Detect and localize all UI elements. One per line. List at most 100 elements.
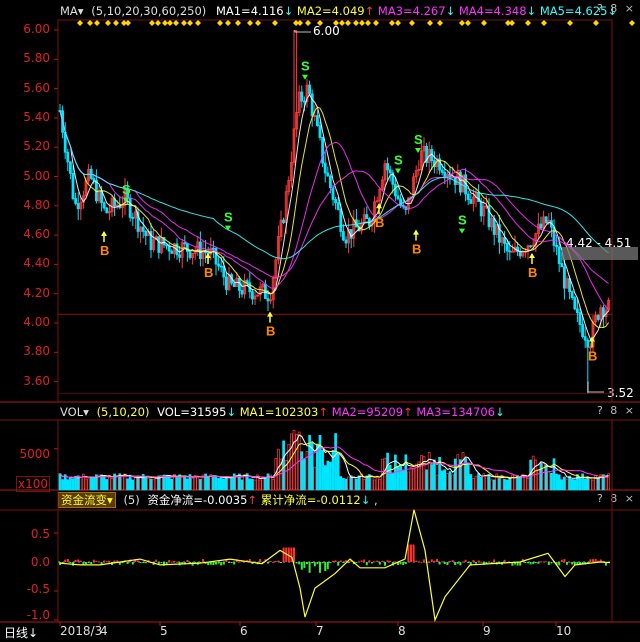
candle-body xyxy=(563,266,566,289)
candle-body xyxy=(388,169,392,174)
flow-bar xyxy=(365,562,368,566)
volume-bar xyxy=(342,478,345,491)
candle-body xyxy=(341,231,345,241)
flow-bar xyxy=(280,562,282,563)
flow-bar xyxy=(568,561,571,563)
volume-bar xyxy=(534,459,538,491)
signal-diamond xyxy=(225,20,231,26)
signal-diamond xyxy=(217,20,223,26)
signal-diamond xyxy=(195,20,201,26)
volume-bar xyxy=(401,469,405,491)
sell-arrow-icon xyxy=(395,168,401,174)
flow-bar xyxy=(443,562,446,565)
flow-bar xyxy=(378,562,381,565)
signal-diamond xyxy=(339,20,345,26)
signal-diamond xyxy=(255,20,261,26)
flow-bar xyxy=(371,562,373,564)
candle-body xyxy=(245,280,249,284)
volume-bar xyxy=(183,476,187,491)
flow-bar xyxy=(563,559,566,562)
signal-diamond xyxy=(389,20,395,26)
flow-bar xyxy=(475,562,477,564)
volume-bar xyxy=(69,476,72,491)
candle-body xyxy=(560,263,564,268)
flow-bar xyxy=(534,562,537,563)
flow-bar xyxy=(230,562,233,563)
volume-bar xyxy=(266,473,270,491)
flow-bar xyxy=(98,561,100,563)
flow-bar xyxy=(267,562,269,564)
flow-bar xyxy=(571,562,574,565)
volume-bar xyxy=(165,474,168,491)
signal-diamond xyxy=(181,20,187,26)
candle-body xyxy=(71,172,75,199)
volume-bar xyxy=(131,479,135,491)
volume-bar xyxy=(472,478,475,491)
kline-chart[interactable]: BBBBBBBSSSSSS xyxy=(0,0,640,642)
volume-bar xyxy=(139,477,142,491)
signal-diamond xyxy=(87,20,93,26)
volume-bar xyxy=(448,471,452,491)
candle-body xyxy=(89,168,93,179)
volume-bar xyxy=(557,474,561,491)
flow-bar xyxy=(126,562,129,564)
candle-body xyxy=(393,183,397,197)
volume-bar xyxy=(443,469,447,491)
volume-bar xyxy=(136,475,140,491)
volume-bar xyxy=(490,479,493,491)
ma10-line xyxy=(59,106,610,329)
signal-diamond xyxy=(353,20,359,26)
signal-diamond xyxy=(365,20,371,26)
volume-bar xyxy=(235,474,239,491)
volume-bar xyxy=(539,462,543,491)
flow-bar xyxy=(334,560,337,562)
volume-bar xyxy=(144,475,148,491)
volume-bar xyxy=(518,477,522,491)
flow-bar xyxy=(472,560,475,562)
flow-bar xyxy=(488,561,490,563)
candle-body xyxy=(576,308,579,313)
flow-bar xyxy=(342,562,345,563)
buy-arrow-icon xyxy=(101,231,107,237)
volume-bar xyxy=(466,462,470,491)
signal-diamond xyxy=(567,20,573,26)
candle-body xyxy=(529,245,532,248)
volume-bar xyxy=(217,478,220,491)
flow-bar xyxy=(337,562,340,566)
volume-bar xyxy=(63,474,67,491)
flow-bar xyxy=(313,562,316,567)
volume-bar xyxy=(477,473,480,491)
volume-bar xyxy=(214,475,218,491)
volume-bar xyxy=(560,479,564,491)
volume-bar xyxy=(446,473,449,491)
sell-signal-label: S xyxy=(394,153,403,168)
flow-bar xyxy=(347,562,350,563)
flow-bar xyxy=(373,561,376,563)
flow-bar xyxy=(168,560,171,562)
volume-bar xyxy=(209,474,213,491)
volume-bar xyxy=(66,479,70,491)
buy-signal-label: B xyxy=(375,215,384,230)
volume-bar xyxy=(498,478,501,491)
buy-signal-label: B xyxy=(100,243,109,258)
buy-signal-label: B xyxy=(528,265,537,280)
volume-bar xyxy=(378,478,382,491)
flow-bar xyxy=(402,562,405,566)
high-leader-line xyxy=(294,30,311,33)
flow-bar xyxy=(532,562,535,565)
volume-bar xyxy=(222,478,226,491)
volume-bar xyxy=(388,464,392,491)
flow-bar xyxy=(90,562,93,565)
candle-body xyxy=(339,208,343,232)
flow-bar xyxy=(92,559,95,562)
sell-signal-label: S xyxy=(122,182,131,197)
flow-bar xyxy=(386,560,389,562)
volume-bar xyxy=(352,476,356,491)
candle-body xyxy=(165,244,169,247)
volume-bar xyxy=(344,478,348,491)
volume-bar xyxy=(206,477,210,491)
candle-body xyxy=(240,289,244,295)
flow-bar xyxy=(558,562,561,566)
signal-diamond xyxy=(427,20,433,26)
buy-arrow-icon xyxy=(413,229,419,235)
